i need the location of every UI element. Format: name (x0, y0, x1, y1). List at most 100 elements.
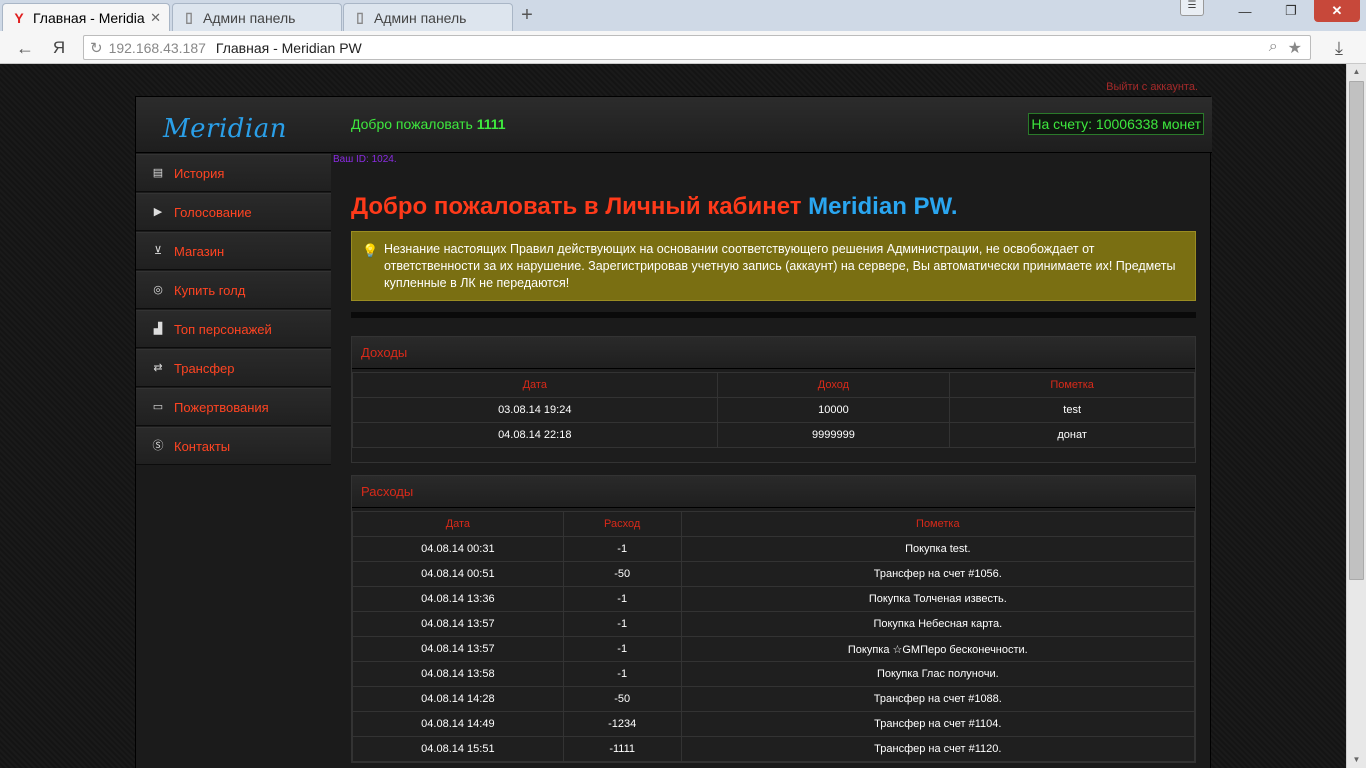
expense-cell-date: 04.08.14 15:51 (352, 736, 564, 762)
table-row: 04.08.14 15:51 -1111 Трансфер на счет #112… (352, 736, 1196, 762)
sidebar-item-donations[interactable]: ▭ Пожертвования (136, 388, 331, 426)
income-cell-date: 03.08.14 19:24 (352, 397, 718, 423)
bookmark-star-icon[interactable]: ★ (1288, 38, 1302, 58)
logout-link[interactable]: Выйти с аккаунта. (1106, 81, 1198, 93)
welcome-text: Добро пожаловать 1111 (351, 116, 506, 132)
cabinet-container: Meridian Добро пожаловать 1111 На счету:… (135, 96, 1212, 768)
divider (351, 312, 1196, 318)
shuffle-icon: ⇄ (153, 362, 163, 374)
page-favicon-icon: ▯ (356, 9, 364, 25)
browser-tab-strip: Y Главная - Meridia ✕ ▯ Админ панель ▯ А… (0, 0, 1366, 31)
sidebar-item-label: Трансфер (174, 360, 235, 376)
sidebar-item-buy-gold[interactable]: ◎ Купить голд (136, 271, 331, 309)
expenses-header-amount: Расход (562, 511, 682, 537)
expense-cell-amount: -1 (562, 611, 682, 637)
tab-admin-2[interactable]: ▯ Админ панель (343, 3, 513, 31)
sidebar-item-history[interactable]: ▤ История (136, 154, 331, 192)
expense-cell-note: Трансфер на счет #1104. (680, 711, 1196, 737)
yandex-home-icon[interactable]: Я (48, 37, 70, 59)
scrollbar-thumb[interactable] (1349, 81, 1364, 580)
sidebar-item-shop[interactable]: ⊻ Магазин (136, 232, 331, 270)
income-panel: Доходы Дата Доход Пометка 03.08.14 19:24… (351, 336, 1196, 463)
tab-admin-1[interactable]: ▯ Админ панель (172, 3, 342, 31)
expense-cell-amount: -50 (562, 686, 682, 712)
table-row: 04.08.14 13:57 -1 Покупка Небесная карта. (352, 611, 1196, 637)
vertical-scrollbar[interactable]: ▲ ▼ (1346, 64, 1366, 768)
expense-cell-note: Покупка Толченая известь. (680, 586, 1196, 612)
table-row: 04.08.14 14:49 -1234 Трансфер на счет #110… (352, 711, 1196, 737)
sidebar-item-transfer[interactable]: ⇄ Трансфер (136, 349, 331, 387)
table-row: 04.08.14 14:28 -50 Трансфер на счет #1088. (352, 686, 1196, 712)
expenses-header-date: Дата (352, 511, 564, 537)
maximize-button[interactable]: ❐ (1268, 0, 1314, 22)
address-bar[interactable]: ↻ 192.168.43.187 Главная - Meridian PW ⌕… (83, 35, 1311, 60)
expense-cell-amount: -1 (562, 586, 682, 612)
expense-cell-amount: -1 (562, 636, 682, 662)
back-arrow-icon[interactable]: ← (14, 37, 36, 59)
lightbulb-icon: 💡 (362, 243, 379, 258)
sidebar-item-label: Контакты (174, 438, 231, 454)
expenses-table: Дата Расход Пометка 04.08.14 00:31 -1 Поку… (352, 511, 1196, 762)
tab-title: Админ панель (374, 9, 467, 26)
sidebar-item-label: Топ персонажей (174, 321, 272, 337)
table-row: 04.08.14 00:31 -1 Покупка test. (352, 536, 1196, 562)
expense-cell-note: Покупка Глас полуночи. (680, 661, 1196, 687)
sidebar-item-contacts[interactable]: Ⓢ Контакты (136, 427, 331, 465)
page-title-main: Добро пожаловать в Личный кабинет (351, 193, 809, 220)
tab-close-icon[interactable]: ✕ (150, 10, 161, 26)
expense-cell-date: 04.08.14 00:51 (352, 561, 564, 587)
sidebar-item-voting[interactable]: ▶ Голосование (136, 193, 331, 231)
income-header-note: Пометка (949, 372, 1195, 398)
browser-menu-button[interactable]: ☰ (1180, 0, 1204, 16)
income-cell-note: донат (949, 422, 1195, 448)
expense-cell-amount: -1234 (562, 711, 682, 737)
zoom-search-icon[interactable]: ⌕ (1269, 38, 1278, 58)
site-logo[interactable]: Meridian (163, 114, 287, 144)
table-row: 04.08.14 13:57 -1 Покупка ☆GMПеро бесконеч… (352, 636, 1196, 662)
income-title: Доходы (352, 337, 1195, 369)
table-row: 04.08.14 13:58 -1 Покупка Глас полуночи. (352, 661, 1196, 687)
downloads-icon[interactable]: ⤓ (1328, 37, 1350, 59)
reload-icon[interactable]: ↻ (90, 39, 103, 57)
sidebar-item-label: Пожертвования (174, 399, 269, 415)
income-header-date: Дата (352, 372, 718, 398)
expense-cell-amount: -1111 (562, 736, 682, 762)
scroll-up-arrow-icon[interactable]: ▲ (1347, 64, 1366, 80)
table-row: 03.08.14 19:24 10000 test (352, 397, 1195, 423)
income-header-amount: Доход (716, 372, 951, 398)
income-cell-note: test (949, 397, 1195, 423)
expenses-title: Расходы (352, 476, 1195, 508)
expense-cell-amount: -1 (562, 536, 682, 562)
sidebar-item-label: История (174, 165, 225, 181)
expense-cell-date: 04.08.14 14:49 (352, 711, 564, 737)
cabinet-header: Meridian Добро пожаловать 1111 На счету:… (136, 97, 1212, 153)
expense-cell-amount: -50 (562, 561, 682, 587)
expense-cell-date: 04.08.14 13:36 (352, 586, 564, 612)
income-cell-date: 04.08.14 22:18 (352, 422, 718, 448)
tab-main[interactable]: Y Главная - Meridia ✕ (2, 3, 170, 31)
page-title-accent: Meridian PW. (808, 193, 958, 220)
address-host: 192.168.43.187 (108, 39, 206, 56)
username: 1111 (476, 116, 506, 132)
new-tab-button[interactable]: + (516, 5, 538, 27)
scroll-down-arrow-icon[interactable]: ▼ (1347, 752, 1366, 768)
expense-cell-date: 04.08.14 00:31 (352, 536, 564, 562)
cart-icon: ⊻ (153, 245, 163, 257)
browser-toolbar: ← Я ↻ 192.168.43.187 Главная - Meridian … (0, 31, 1366, 64)
welcome-prefix: Добро пожаловать (351, 116, 477, 132)
address-page-title: Главная - Meridian PW (215, 39, 362, 56)
income-cell-amount: 10000 (716, 397, 951, 423)
sidebar-item-label: Магазин (174, 243, 225, 259)
table-row: 04.08.14 00:51 -50 Трансфер на счет #1056. (352, 561, 1196, 587)
expense-cell-note: Покупка ☆GMПеро бесконечности. (680, 636, 1196, 662)
play-icon: ▶ (153, 206, 163, 218)
page-title: Добро пожаловать в Личный кабинет Meridi… (351, 193, 1196, 221)
income-cell-amount: 9999999 (716, 422, 951, 448)
minimize-button[interactable]: — (1222, 0, 1268, 22)
close-window-button[interactable]: ✕ (1314, 0, 1360, 22)
sidebar-item-top-characters[interactable]: ▟ Топ персонажей (136, 310, 331, 348)
balance-badge: На счету: 10006338 монет (1028, 113, 1204, 135)
skype-icon: Ⓢ (152, 440, 164, 452)
expense-cell-note: Трансфер на счет #1088. (680, 686, 1196, 712)
page-favicon-icon: ▯ (185, 9, 193, 25)
